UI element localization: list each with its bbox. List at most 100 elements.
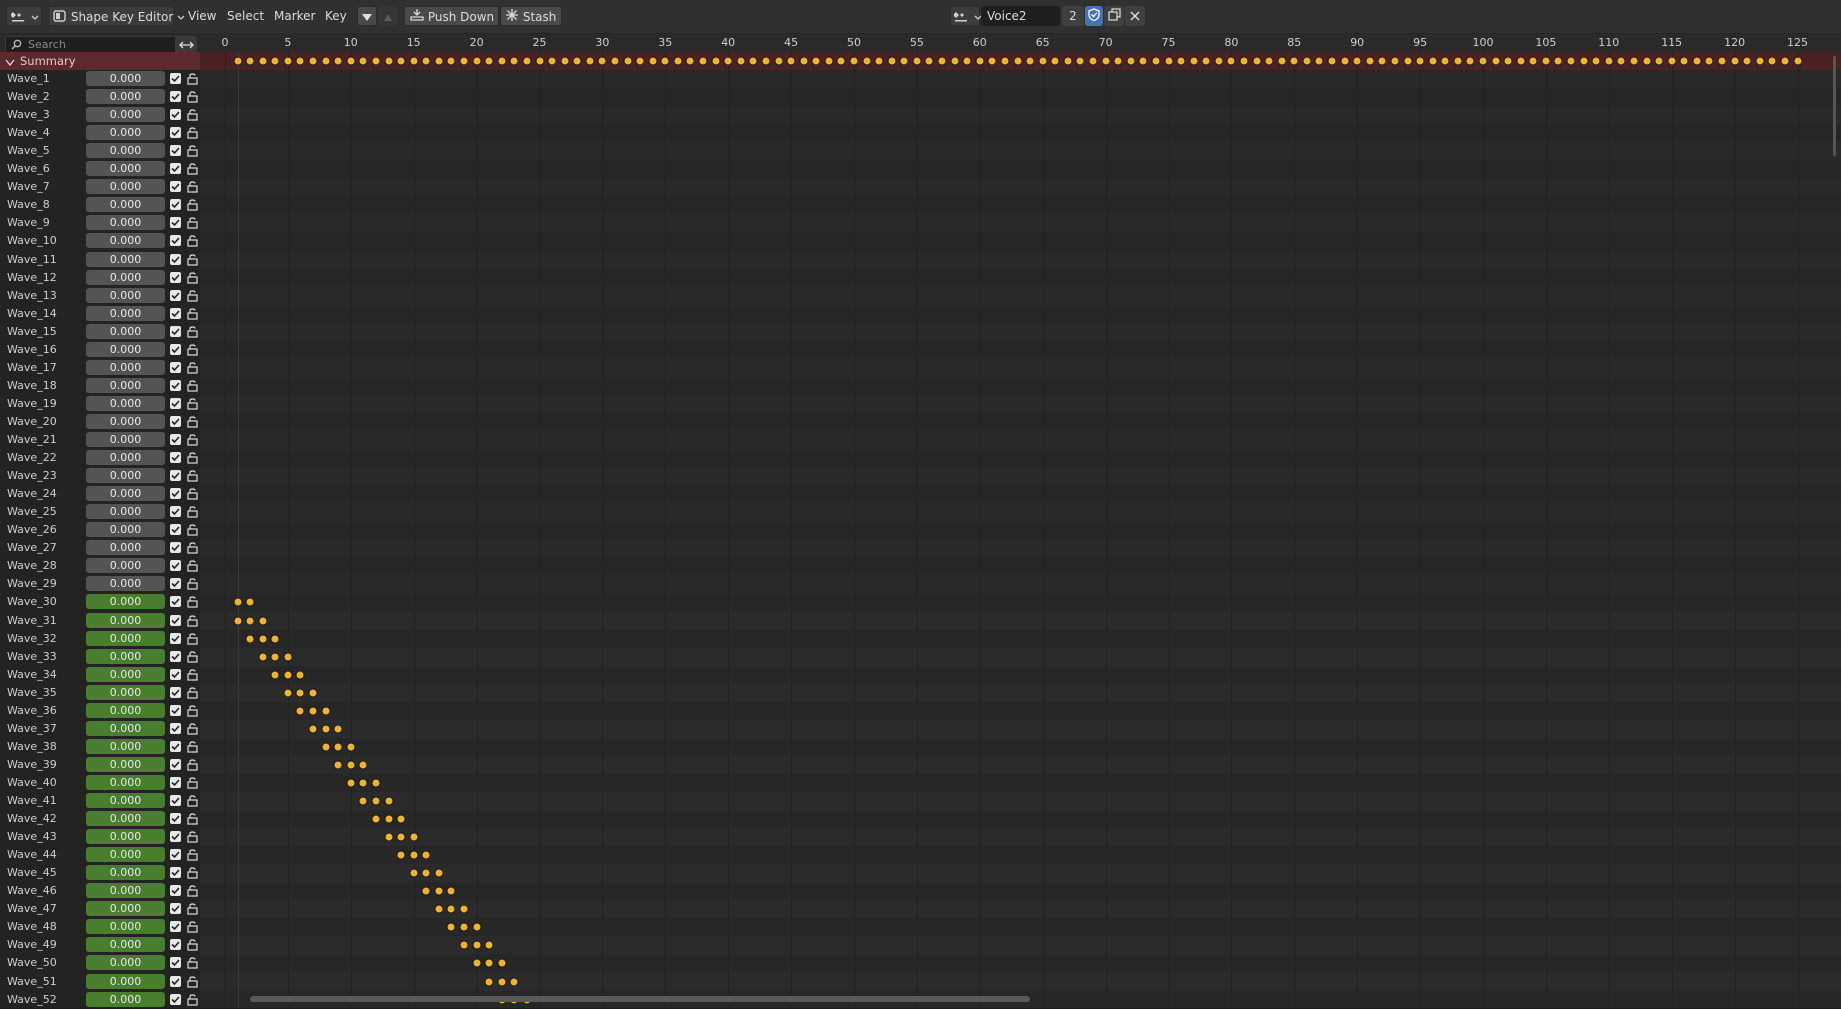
keyframe[interactable] [384,832,394,842]
channel-value-field[interactable]: 0.000 [86,197,165,213]
menu-select[interactable]: Select [225,6,266,26]
summary-keyframe[interactable] [1365,56,1375,66]
checkbox-icon[interactable] [170,199,181,211]
lock-icon[interactable] [186,216,199,232]
summary-keyframe[interactable] [245,56,255,66]
channel-value-field[interactable]: 0.000 [86,666,165,682]
channel-value-field[interactable]: 0.000 [86,594,165,610]
lock-icon[interactable] [186,162,199,178]
summary-keyframe[interactable] [1252,56,1262,66]
channel-value-field[interactable]: 0.000 [86,486,165,502]
checkbox-icon[interactable] [170,235,181,247]
keyframe[interactable] [497,977,507,986]
channel-row[interactable]: Wave_41 0.000 [0,792,200,810]
checkbox-icon[interactable] [170,776,181,788]
lock-icon[interactable] [186,307,199,323]
lock-icon[interactable] [186,668,199,684]
channel-row[interactable]: Wave_25 0.000 [0,503,200,521]
lock-icon[interactable] [186,361,199,377]
frame-ruler[interactable]: 0 5 10 15 20 25 30 35 40 45 50 55 60 65 70 75 80 85 90 95 10… [200,34,1841,52]
lock-icon[interactable] [186,686,199,702]
channel-row[interactable]: Wave_17 0.000 [0,359,200,377]
keyframe[interactable] [295,688,305,698]
lock-icon[interactable] [186,72,199,88]
keyframe[interactable] [396,814,406,824]
channel-value-field[interactable]: 0.000 [86,413,165,429]
channel-value-field[interactable]: 0.000 [86,450,165,466]
lock-icon[interactable] [186,253,199,269]
lock-icon[interactable] [186,343,199,359]
keyframe[interactable] [258,616,268,625]
keyframe[interactable] [421,850,431,860]
summary-keyframe[interactable] [308,56,318,66]
search-input[interactable]: Search [5,36,176,53]
lock-icon[interactable] [186,595,199,611]
checkbox-icon[interactable] [170,73,181,84]
lock-icon[interactable] [186,433,199,449]
summary-keyframe[interactable] [421,56,431,66]
summary-keyframe[interactable] [358,56,368,66]
summary-keyframe[interactable] [761,56,771,66]
filter-up-button[interactable] [379,6,397,26]
lock-icon[interactable] [186,758,199,774]
keyframe[interactable] [484,958,494,968]
channel-row[interactable]: Wave_12 0.000 [0,269,200,287]
summary-keyframe[interactable] [1704,56,1714,66]
lock-icon[interactable] [186,830,199,846]
swap-filter-button[interactable] [176,36,197,53]
lock-icon[interactable] [186,938,199,954]
channel-value-field[interactable]: 0.000 [86,558,165,574]
summary-keyframe[interactable] [635,56,645,66]
lock-icon[interactable] [186,469,199,485]
summary-keyframe[interactable] [1541,56,1551,66]
channel-value-field[interactable]: 0.000 [86,143,165,159]
keyframe[interactable] [446,922,456,932]
keyframe[interactable] [509,977,519,986]
lock-icon[interactable] [186,415,199,431]
summary-keyframe[interactable] [1138,56,1148,66]
summary-keyframe[interactable] [937,56,947,66]
channel-value-field[interactable]: 0.000 [86,504,165,520]
summary-keyframe[interactable] [1352,56,1362,66]
lock-icon[interactable] [186,722,199,738]
keyframe[interactable] [270,634,280,644]
keyframe[interactable] [321,742,331,752]
summary-keyframe[interactable] [1226,56,1236,66]
summary-keyframe[interactable] [535,56,544,66]
lock-icon[interactable] [186,559,199,575]
summary-keyframe[interactable] [1742,56,1752,66]
summary-keyframe[interactable] [409,56,419,66]
keyframe[interactable] [333,742,343,752]
keyframe[interactable] [421,868,431,878]
channel-row[interactable]: Wave_40 0.000 [0,774,200,792]
summary-keyframe[interactable] [371,56,381,66]
channel-row[interactable]: Wave_2 0.000 [0,88,200,106]
lock-icon[interactable] [186,794,199,810]
keyframe[interactable] [245,597,255,607]
keyframe[interactable] [409,850,419,860]
checkbox-icon[interactable] [170,343,181,355]
keyframe[interactable] [409,868,419,878]
summary-keyframe[interactable] [321,56,331,66]
lock-icon[interactable] [186,108,199,124]
channel-row[interactable]: Wave_23 0.000 [0,467,200,485]
channel-value-field[interactable]: 0.000 [86,341,165,357]
channel-row[interactable]: Wave_16 0.000 [0,341,200,359]
keyframe[interactable] [497,958,507,968]
checkbox-icon[interactable] [170,758,181,770]
filter-button[interactable] [357,6,377,26]
channel-row[interactable]: Wave_10 0.000 [0,232,200,250]
channel-value-field[interactable]: 0.000 [86,179,165,195]
summary-keyframe[interactable] [585,56,595,66]
channel-value-field[interactable]: 0.000 [86,937,165,953]
checkbox-icon[interactable] [170,217,181,229]
lock-icon[interactable] [186,848,199,864]
summary-keyframe[interactable] [748,56,758,66]
checkbox-icon[interactable] [170,614,181,626]
summary-keyframe[interactable] [1730,56,1740,66]
keyframe[interactable] [446,886,456,896]
lock-icon[interactable] [186,234,199,250]
channel-row[interactable]: Wave_7 0.000 [0,178,200,196]
checkbox-icon[interactable] [170,849,181,861]
summary-keyframe[interactable] [446,56,456,66]
